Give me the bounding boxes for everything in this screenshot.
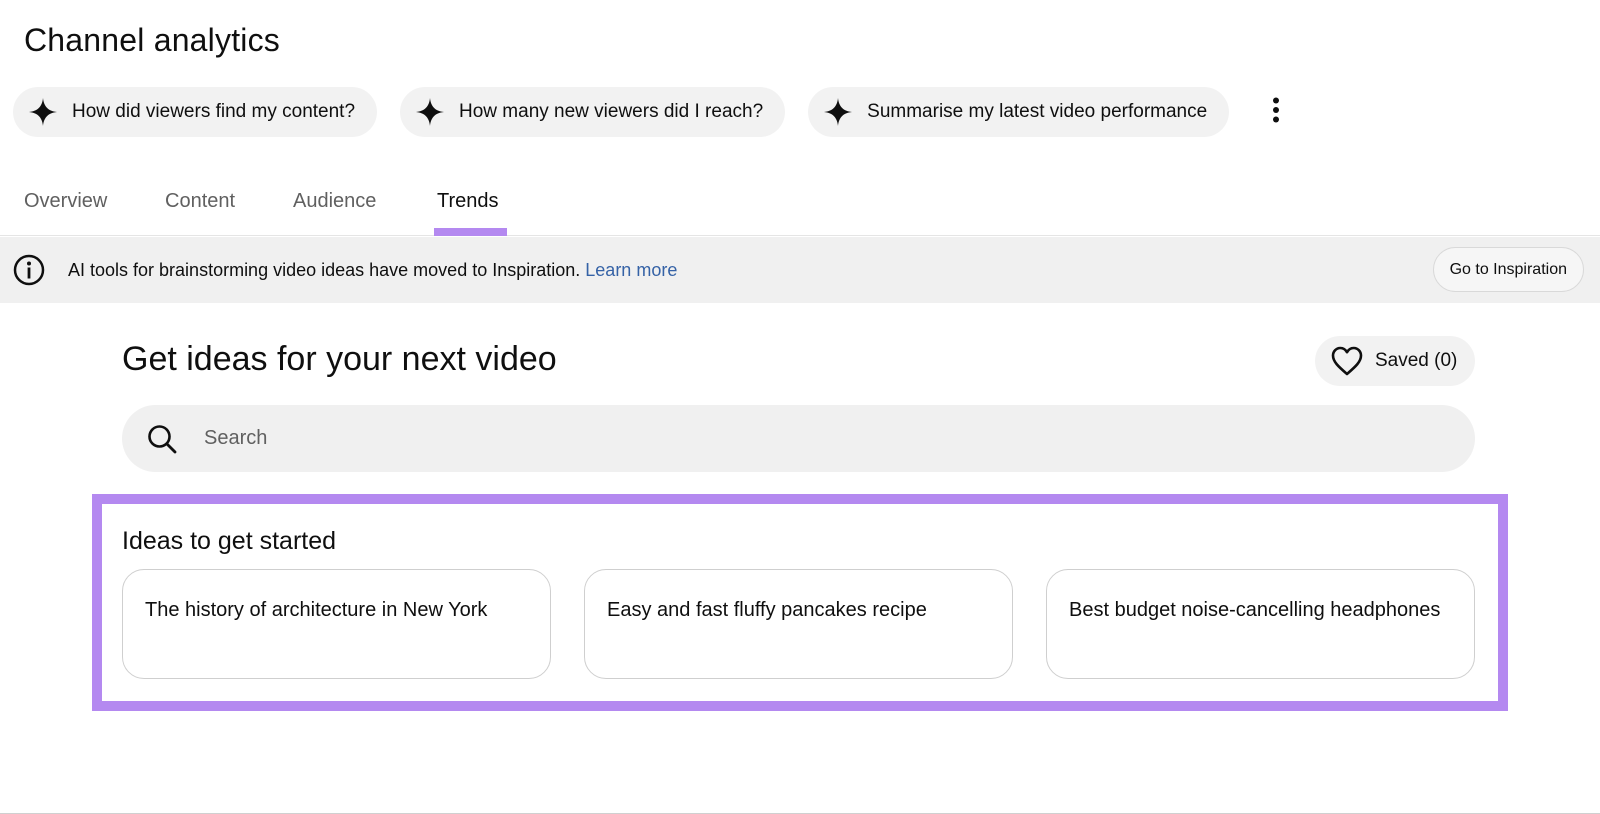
sparkle-icon (824, 98, 853, 126)
suggestion-chip-label: How did viewers find my content? (72, 101, 356, 122)
tab-audience[interactable]: Audience (293, 190, 376, 213)
sparkle-icon (29, 98, 57, 126)
suggestion-chips: How did viewers find my content? How man… (13, 87, 1290, 137)
saved-label: Saved (0) (1375, 350, 1458, 371)
page-title: Channel analytics (24, 22, 280, 58)
sparkle-icon (416, 98, 445, 126)
banner-message: AI tools for brainstorming video ideas h… (68, 260, 677, 281)
info-icon (13, 254, 45, 286)
analytics-tabs: Overview Content Audience Trends (0, 176, 1600, 236)
idea-card[interactable]: Easy and fast fluffy pancakes recipe (584, 569, 1013, 679)
idea-card[interactable]: The history of architecture in New York (122, 569, 551, 679)
search-bar (122, 405, 1475, 472)
tab-overview[interactable]: Overview (24, 190, 107, 213)
suggestion-chip-label: Summarise my latest video performance (867, 101, 1208, 122)
heart-icon (1330, 345, 1364, 377)
saved-button[interactable]: Saved (0) (1315, 336, 1475, 386)
suggestion-chip-summarise-video[interactable]: Summarise my latest video performance (808, 87, 1230, 137)
tab-trends[interactable]: Trends (437, 190, 499, 213)
active-tab-indicator (434, 228, 507, 236)
banner-text: AI tools for brainstorming video ideas h… (68, 259, 581, 280)
channel-analytics-page: Channel analytics How did viewers find m… (0, 0, 1600, 814)
tab-content[interactable]: Content (165, 190, 235, 213)
go-to-inspiration-button[interactable]: Go to Inspiration (1432, 247, 1584, 292)
suggestion-chip-label: How many new viewers did I reach? (459, 101, 764, 122)
more-vertical-icon (1272, 97, 1280, 128)
suggestion-chip-find-content[interactable]: How did viewers find my content? (13, 87, 378, 137)
idea-card[interactable]: Best budget noise-cancelling headphones (1046, 569, 1475, 679)
search-input[interactable] (204, 427, 1404, 450)
suggestion-chip-new-viewers[interactable]: How many new viewers did I reach? (400, 87, 786, 137)
more-options-button[interactable] (1262, 92, 1290, 132)
section-title: Get ideas for your next video (122, 340, 557, 378)
info-banner: AI tools for brainstorming video ideas h… (0, 237, 1600, 303)
learn-more-link[interactable]: Learn more (585, 260, 677, 280)
ideas-to-get-started-title: Ideas to get started (122, 527, 337, 555)
search-icon (146, 423, 178, 455)
